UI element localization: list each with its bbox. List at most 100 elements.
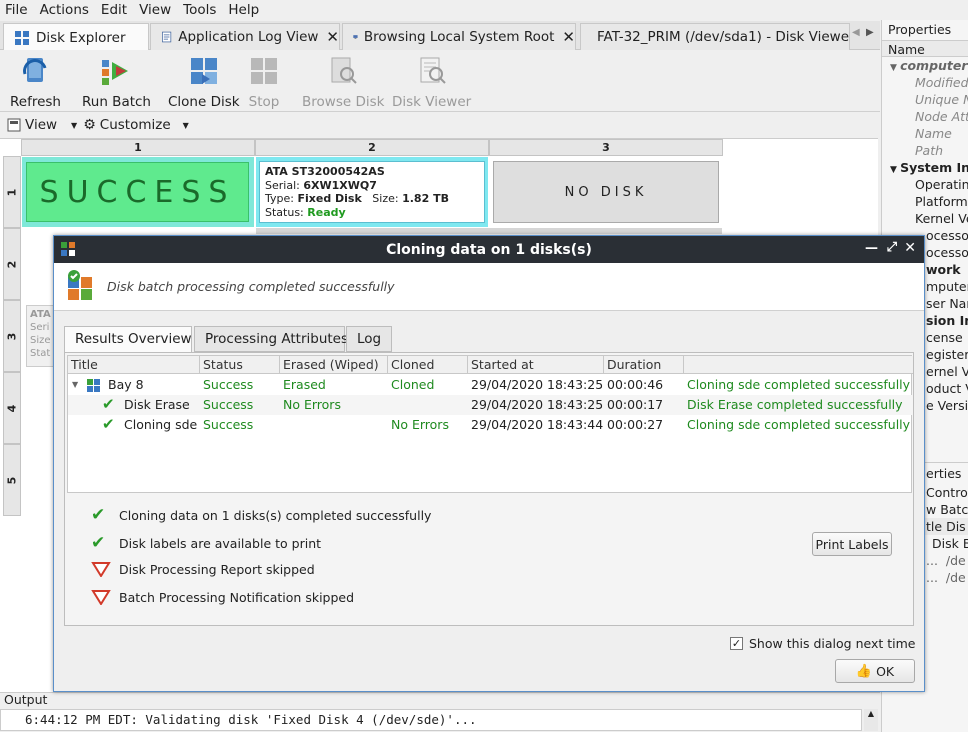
row-header[interactable]: 3 <box>3 300 21 372</box>
menu-tools[interactable]: Tools <box>178 2 221 18</box>
row-header[interactable]: 2 <box>3 228 21 300</box>
table-row[interactable]: ✔ Disk Erase Success No Errors 29/04/202… <box>68 395 913 415</box>
summary-item: Batch Processing Notification skipped <box>91 589 354 605</box>
property-item[interactable]: ▼ computer <box>882 57 968 74</box>
menu-edit[interactable]: Edit <box>96 2 132 18</box>
refresh-icon <box>23 58 47 82</box>
property-item[interactable]: Node Att <box>882 108 968 125</box>
column-header[interactable]: 2 <box>255 139 489 156</box>
checkmark-icon: ✔ <box>102 415 115 433</box>
summary-item: Disk Processing Report skipped <box>91 561 315 577</box>
row-header[interactable]: 5 <box>3 444 21 516</box>
grid-icon <box>15 30 29 45</box>
column-header[interactable]: Duration <box>604 356 684 374</box>
success-banner: SUCCESS <box>26 162 249 222</box>
disk-model: ATA ST32000542AS <box>265 165 385 178</box>
menu-file[interactable]: File <box>0 2 33 18</box>
property-item[interactable]: Path <box>882 142 968 159</box>
stop-button[interactable]: Stop <box>248 54 280 110</box>
browse-disk-button[interactable]: Browse Disk <box>302 54 384 110</box>
column-header[interactable]: Erased (Wiped) <box>280 356 388 374</box>
column-header[interactable]: Started at <box>468 356 604 374</box>
column-header[interactable] <box>684 356 913 374</box>
tab-browsing-root[interactable]: Browsing Local System Root ✕ <box>342 23 576 50</box>
view-bar: View ▼ ⚙ Customize ▼ <box>0 113 880 137</box>
menu-view[interactable]: View <box>134 2 176 18</box>
bay-cell-disk[interactable]: ATA ST32000542AS Serial: 6XW1XWQ7 Type: … <box>256 157 488 227</box>
dialog-title: Cloning data on 1 disks(s) <box>386 241 592 258</box>
bay-cell-empty[interactable]: NO DISK <box>490 157 722 227</box>
menu-help[interactable]: Help <box>223 2 264 18</box>
row-header[interactable]: 1 <box>3 156 21 228</box>
property-item[interactable]: Unique N <box>882 91 968 108</box>
output-title: Output <box>4 692 48 707</box>
dialog-header-text: Disk batch processing completed successf… <box>107 279 395 294</box>
collapse-icon[interactable]: ▼ <box>72 380 78 389</box>
property-item[interactable]: ▼ System In <box>882 159 968 176</box>
tab-scroll-left-icon[interactable]: ◀ <box>852 27 860 38</box>
disk-type: Fixed Disk <box>297 192 362 205</box>
row-header[interactable]: 4 <box>3 372 21 444</box>
maximize-icon[interactable]: ⤢ <box>887 240 897 255</box>
column-header[interactable]: Cloned <box>388 356 468 374</box>
tab-label: FAT-32_PRIM (/dev/sda1) - Disk Viewer <box>597 29 850 45</box>
column-header[interactable]: 1 <box>21 139 255 156</box>
gear-icon: ⚙ <box>83 117 96 133</box>
checkmark-icon: ✔ <box>91 505 106 525</box>
close-icon[interactable]: ✕ <box>326 28 339 46</box>
show-next-time-checkbox[interactable]: ✓ <box>730 637 743 650</box>
refresh-button[interactable]: Refresh <box>10 54 61 110</box>
output-scrollbar[interactable]: ▲ <box>864 709 878 731</box>
bay-cell-row3[interactable]: ATA Seri Size Stat <box>26 305 54 367</box>
table-row[interactable]: ✔ Cloning sde Success No Errors 29/04/20… <box>68 415 913 435</box>
view-menu[interactable]: View ▼ <box>7 117 77 133</box>
clone-disk-button[interactable]: Clone Disk <box>168 54 240 110</box>
disk-viewer-button[interactable]: Disk Viewer <box>392 54 471 110</box>
summary-item: ✔ Cloning data on 1 disks(s) completed s… <box>91 505 432 525</box>
tab-label: Browsing Local System Root <box>363 29 555 45</box>
minimize-icon[interactable]: — <box>865 241 878 256</box>
results-panel: Title Status Erased (Wiped) Cloned Start… <box>64 352 914 626</box>
skipped-warning-icon <box>91 562 111 577</box>
tab-disk-viewer[interactable]: FAT-32_PRIM (/dev/sda1) - Disk Viewer <box>580 23 850 50</box>
disk-info-card: ATA ST32000542AS Serial: 6XW1XWQ7 Type: … <box>259 161 485 223</box>
property-item[interactable]: Kernel Ve <box>882 210 968 227</box>
tab-application-log[interactable]: Application Log View ✕ <box>150 23 340 50</box>
property-item[interactable]: Name <box>882 125 968 142</box>
properties-title: Properties <box>888 22 952 37</box>
table-row[interactable]: ▼ Bay 8 Success Erased Cloned 29/04/2020… <box>68 375 913 395</box>
close-icon[interactable]: ✕ <box>904 240 916 256</box>
output-log-line: 6:44:12 PM EDT: Validating disk 'Fixed D… <box>0 709 862 731</box>
close-icon[interactable]: ✕ <box>562 28 575 46</box>
property-item[interactable]: Platform <box>882 193 968 210</box>
column-header[interactable]: 3 <box>489 139 723 156</box>
log-icon <box>162 31 172 43</box>
run-batch-button[interactable]: Run Batch <box>82 54 151 110</box>
print-labels-button[interactable]: Print Labels <box>812 532 892 556</box>
computer-icon <box>353 35 358 39</box>
dialog-header: Disk batch processing completed successf… <box>54 263 924 311</box>
summary-item: ✔ Disk labels are available to print <box>91 533 322 553</box>
tab-bar: Disk Explorer Application Log View ✕ Bro… <box>0 21 880 51</box>
tab-results-overview[interactable]: Results Overview <box>64 326 192 353</box>
toolbar: Refresh Run Batch Clone Disk Stop Browse… <box>0 50 880 112</box>
output-panel: Output 6:44:12 PM EDT: Validating disk '… <box>0 692 880 732</box>
property-item[interactable]: Operatin <box>882 176 968 193</box>
menu-actions[interactable]: Actions <box>35 2 94 18</box>
property-item[interactable]: Modified <box>882 74 968 91</box>
bay-cell-success[interactable]: SUCCESS <box>22 157 254 227</box>
customize-menu[interactable]: ⚙ Customize ▼ <box>83 117 189 133</box>
tab-log[interactable]: Log <box>346 326 392 352</box>
run-batch-icon <box>102 60 129 85</box>
disk-status: Ready <box>307 205 346 219</box>
tab-processing-attributes[interactable]: Processing Attributes <box>194 326 348 352</box>
tab-label: Application Log View <box>178 29 319 45</box>
column-header[interactable]: Title <box>68 356 200 374</box>
ok-button[interactable]: 👍 OK <box>835 659 915 683</box>
dialog-title-bar[interactable]: Cloning data on 1 disks(s) — ⤢ ✕ <box>54 236 924 263</box>
tab-disk-explorer[interactable]: Disk Explorer <box>3 23 149 51</box>
column-header[interactable]: Status <box>200 356 280 374</box>
tab-scroll-right-icon[interactable]: ▶ <box>866 27 874 38</box>
properties-column[interactable]: Name <box>882 40 968 57</box>
bay-cell-row2[interactable] <box>256 228 722 234</box>
